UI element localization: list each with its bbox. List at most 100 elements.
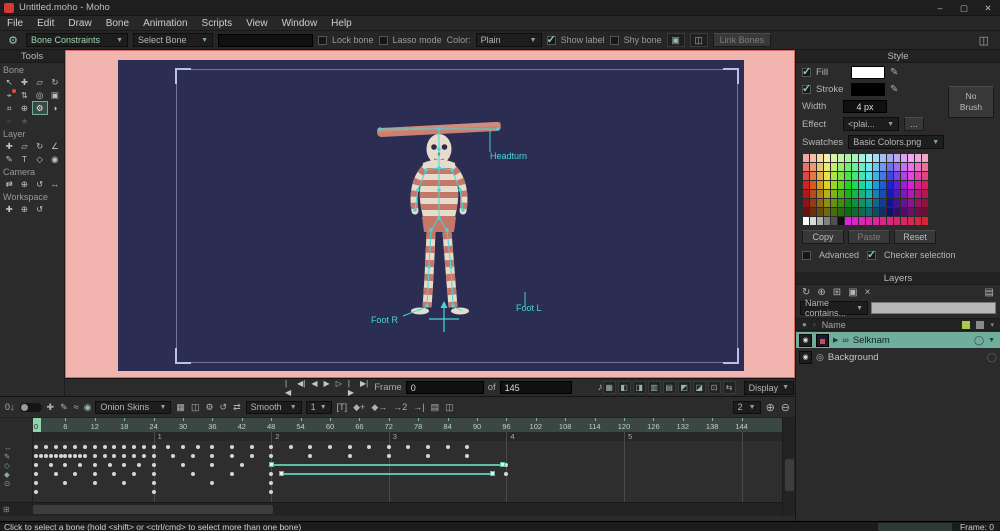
selection-range-bar[interactable] — [281, 473, 492, 475]
color-swatch[interactable] — [817, 181, 823, 189]
keyframe-dot[interactable] — [83, 445, 87, 449]
color-swatch[interactable] — [810, 163, 816, 171]
color-swatch[interactable] — [880, 181, 886, 189]
view-corner-icon[interactable]: ◩ — [677, 381, 691, 394]
keyframe-dot[interactable] — [151, 472, 156, 476]
keyframe-dot[interactable] — [92, 445, 97, 449]
keyframe-dot[interactable] — [465, 454, 470, 458]
keyframe-dot[interactable] — [151, 481, 156, 485]
color-swatch[interactable] — [810, 154, 816, 162]
reset-button[interactable]: Reset — [894, 230, 936, 244]
keyframe-dot[interactable] — [151, 490, 156, 494]
color-swatch[interactable] — [908, 154, 914, 162]
color-swatch[interactable] — [852, 172, 858, 180]
no-brush-button[interactable]: No Brush — [948, 86, 994, 118]
swap-arrows-icon[interactable]: ⇄ — [232, 402, 242, 413]
color-swatch[interactable] — [803, 154, 809, 162]
keyframe-dot[interactable] — [328, 445, 332, 449]
shear-layer-icon[interactable]: ∠ — [48, 140, 62, 152]
keyframe-dot[interactable] — [112, 454, 117, 458]
color-swatch[interactable] — [880, 163, 886, 171]
keyframe-dot[interactable] — [269, 445, 274, 449]
layer-color-chip[interactable] — [962, 320, 971, 329]
color-swatch[interactable] — [852, 181, 858, 189]
color-swatch[interactable] — [887, 208, 893, 216]
range-endpoint[interactable] — [269, 462, 275, 467]
keyframe-dot[interactable] — [181, 445, 185, 449]
color-swatch[interactable] — [859, 163, 865, 171]
color-swatch[interactable] — [873, 154, 879, 162]
keyframe-dot[interactable] — [63, 445, 68, 449]
view-half-left-icon[interactable]: ◧ — [617, 381, 631, 394]
keyframe-dot[interactable] — [34, 472, 38, 476]
channel-icon[interactable]: ◆ — [4, 470, 10, 479]
color-swatch[interactable] — [908, 190, 914, 198]
color-swatch[interactable] — [859, 190, 865, 198]
roll-camera-icon[interactable]: ↺ — [33, 178, 47, 190]
keyframe-dot[interactable] — [78, 463, 83, 467]
keyframe-dot[interactable] — [34, 490, 38, 494]
color-swatch[interactable] — [894, 181, 900, 189]
frame-ruler[interactable]: 0 6 12 18 24 30 36 42 48 54 60 66 72 78 84 90 96 102 108 11… — [0, 417, 782, 432]
color-swatch[interactable] — [803, 163, 809, 171]
show-label-checkbox[interactable] — [546, 33, 556, 46]
link-bones-button[interactable]: Link Bones — [712, 33, 772, 47]
interval-brackets-icon[interactable]: [T] — [336, 402, 349, 412]
layer-row-selknam[interactable]: ◉ ▶ ∞ Selknam ◯ ▼ — [796, 332, 1000, 348]
keyframe-dot[interactable] — [406, 445, 411, 449]
keyframe-dot[interactable] — [151, 454, 156, 458]
channel-icon[interactable]: ✎ — [4, 452, 10, 461]
color-swatch[interactable] — [887, 154, 893, 162]
keyframe-dot[interactable] — [504, 472, 509, 476]
color-swatch[interactable] — [859, 217, 865, 225]
timeline-channels[interactable]: ↔ ✎ ◇ ◆ ⊙ 1 2 3 4 5 — [0, 432, 782, 502]
cycle-marker-icon[interactable]: →2 — [392, 402, 408, 412]
color-swatch[interactable] — [852, 154, 858, 162]
text-tool-icon[interactable]: T — [17, 153, 31, 165]
keyframe-dot[interactable] — [171, 454, 176, 458]
keyframe-dot[interactable] — [504, 463, 509, 467]
keyframe-dot[interactable] — [92, 463, 97, 467]
keyframe-dot[interactable] — [190, 472, 195, 476]
expand-arrow-icon[interactable]: ▶ — [833, 336, 838, 344]
color-swatch[interactable] — [824, 208, 830, 216]
keyframe-dot[interactable] — [102, 454, 107, 458]
color-swatch[interactable] — [817, 208, 823, 216]
color-swatch[interactable] — [915, 190, 921, 198]
add-bone-icon[interactable]: ⌖ — [2, 89, 17, 101]
layer-gray-chip[interactable] — [976, 320, 985, 329]
keyframe-dot[interactable] — [308, 454, 313, 458]
keyframe-dot[interactable] — [210, 445, 215, 449]
color-swatch[interactable] — [901, 154, 907, 162]
fill-color-swatch[interactable] — [851, 66, 885, 79]
color-swatch[interactable] — [922, 208, 928, 216]
color-swatch[interactable] — [817, 154, 823, 162]
keyframe-dot[interactable] — [63, 463, 68, 467]
keyframe-dot[interactable] — [132, 445, 136, 449]
display-dropdown[interactable]: Display ▼ — [743, 380, 795, 395]
color-swatch[interactable] — [873, 208, 879, 216]
timeline-horizontal-scrollbar[interactable]: ⊞ — [0, 502, 782, 516]
eyedropper-tool-icon[interactable]: ◉ — [48, 153, 62, 165]
shape-tool-icon[interactable]: ◇ — [33, 153, 47, 165]
keyframe-dot[interactable] — [269, 472, 274, 476]
copy-button[interactable]: Copy — [802, 230, 844, 244]
go-to-start-button[interactable]: |◀ — [283, 379, 293, 397]
color-swatch[interactable] — [901, 199, 907, 207]
menu-window[interactable]: Window — [275, 16, 325, 31]
keyframe-dot[interactable] — [386, 454, 391, 458]
pencil-channel-icon[interactable]: ✎ — [59, 402, 69, 413]
keyframe-dot[interactable] — [386, 445, 391, 449]
view-swap-icon[interactable]: ⇆ — [722, 381, 736, 394]
color-swatch[interactable] — [817, 172, 823, 180]
lock-bone-checkbox[interactable] — [318, 35, 327, 45]
keyframe-dot[interactable] — [141, 445, 146, 449]
keyframe-dot[interactable] — [141, 454, 146, 458]
color-swatch[interactable] — [810, 217, 816, 225]
keyframe-dot[interactable] — [249, 445, 254, 449]
color-swatch[interactable] — [803, 217, 809, 225]
color-swatch[interactable] — [915, 172, 921, 180]
vertical-scroll-thumb[interactable] — [785, 459, 794, 491]
color-swatch[interactable] — [859, 154, 865, 162]
color-swatch[interactable] — [880, 208, 886, 216]
